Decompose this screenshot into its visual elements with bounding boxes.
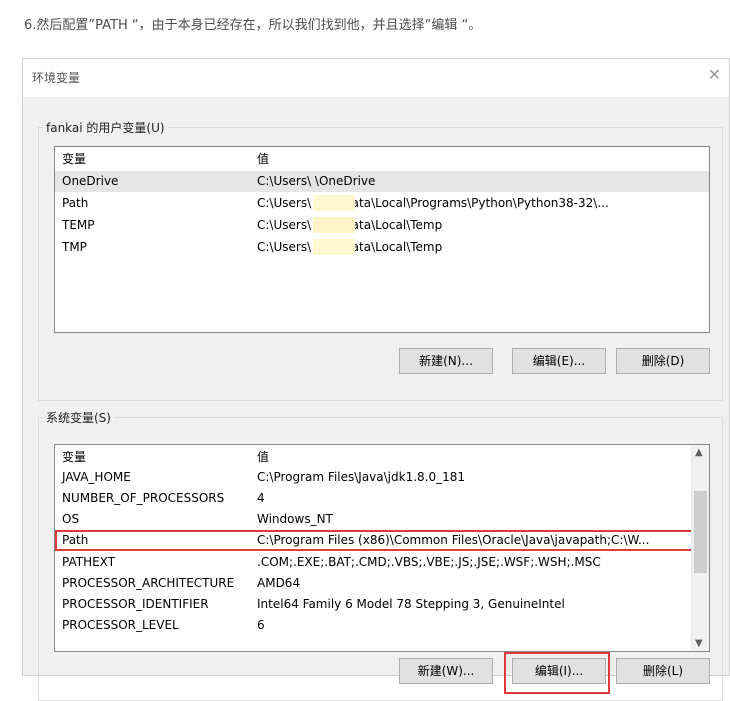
variable-value: 6 [257,618,265,632]
system-new-button[interactable]: 新建(W)... [399,658,493,684]
table-row[interactable]: OneDrive C:\Users\ \OneDrive [55,171,709,192]
dialog-title: 环境变量 [32,71,81,85]
column-header-variable[interactable]: 变量 [62,448,86,465]
table-row[interactable]: Path C:\Users\ \AppData\Local\Programs\P… [55,193,709,214]
vertical-scrollbar[interactable]: ▲ ▼ [691,445,709,651]
variable-name: PROCESSOR_LEVEL [62,618,179,632]
table-row[interactable]: TEMP C:\Users\ \AppData\Local\Temp [55,215,709,236]
scroll-up-icon[interactable]: ▲ [695,447,703,458]
scroll-down-icon[interactable]: ▼ [695,638,703,649]
variable-value: Intel64 Family 6 Model 78 Stepping 3, Ge… [257,597,565,611]
user-edit-button[interactable]: 编辑(E)... [512,348,606,374]
variable-name: JAVA_HOME [62,470,131,484]
system-variables-group: 系统变量(S) 变量 值 JAVA_HOME C:\Program Files\… [38,409,723,701]
redacted-username-mark [313,217,355,233]
variable-name: NUMBER_OF_PROCESSORS [62,491,225,505]
variable-name: PROCESSOR_ARCHITECTURE [62,576,235,590]
user-variables-group: fankai 的用户变量(U) 变量 值 OneDrive C:\Users\ … [38,119,723,401]
variable-name: PATHEXT [62,555,116,569]
system-edit-button[interactable]: 编辑(I)... [512,658,606,684]
user-variables-list[interactable]: 变量 值 OneDrive C:\Users\ \OneDrive Path C… [54,146,710,333]
table-row[interactable]: JAVA_HOME C:\Program Files\Java\jdk1.8.0… [55,467,709,488]
variable-value: C:\Program Files\Java\jdk1.8.0_181 [257,470,466,484]
table-row[interactable]: PATHEXT .COM;.EXE;.BAT;.CMD;.VBS;.VBE;.J… [55,552,709,573]
title-bar: 环境变量 ✕ [23,59,729,97]
variable-name: TEMP [62,218,95,232]
column-header-value[interactable]: 值 [257,150,269,167]
variable-value: C:\Users\ \AppData\Local\Programs\Python… [257,196,609,210]
variable-value: C:\Users\ \OneDrive [257,174,376,188]
table-row[interactable]: PROCESSOR_IDENTIFIER Intel64 Family 6 Mo… [55,594,709,615]
instruction-caption: 6.然后配置”PATH “，由于本身已经存在，所以我们找到他，并且选择”编辑 “… [24,18,482,33]
variable-value: AMD64 [257,576,301,590]
list-header: 变量 值 [55,445,709,466]
list-header: 变量 值 [55,147,709,168]
table-row-path-highlighted[interactable]: Path C:\Program Files (x86)\Common Files… [55,530,709,551]
variable-name: PROCESSOR_IDENTIFIER [62,597,209,611]
system-variables-list[interactable]: 变量 值 JAVA_HOME C:\Program Files\Java\jdk… [54,444,710,652]
table-row[interactable]: OS Windows_NT [55,509,709,530]
close-icon[interactable]: ✕ [708,65,721,84]
table-row[interactable]: PROCESSOR_LEVEL 6 [55,615,709,636]
variable-value: C:\Program Files (x86)\Common Files\Orac… [257,533,650,547]
system-variables-legend: 系统变量(S) [46,411,111,425]
column-header-variable[interactable]: 变量 [62,150,86,167]
variable-value: 4 [257,491,265,505]
table-row[interactable]: NUMBER_OF_PROCESSORS 4 [55,488,709,509]
column-header-value[interactable]: 值 [257,448,269,465]
user-delete-button[interactable]: 删除(D) [616,348,710,374]
environment-variables-dialog: 环境变量 ✕ fankai 的用户变量(U) 变量 值 OneDrive C:\… [22,58,730,701]
redacted-username-mark [313,195,355,211]
table-row[interactable]: TMP C:\Users\ \AppData\Local\Temp [55,237,709,258]
user-new-button[interactable]: 新建(N)... [399,348,493,374]
redacted-username-mark [313,239,355,255]
variable-name: Path [62,533,89,547]
variable-name: OS [62,512,80,526]
variable-name: OneDrive [62,174,119,188]
variable-name: TMP [62,240,87,254]
scrollbar-thumb[interactable] [694,491,707,573]
variable-value: .COM;.EXE;.BAT;.CMD;.VBS;.VBE;.JS;.JSE;.… [257,555,601,569]
system-delete-button[interactable]: 删除(L) [616,658,710,684]
variable-value: Windows_NT [257,512,333,526]
table-row[interactable]: PROCESSOR_ARCHITECTURE AMD64 [55,573,709,594]
variable-name: Path [62,196,89,210]
user-variables-legend: fankai 的用户变量(U) [46,121,165,135]
